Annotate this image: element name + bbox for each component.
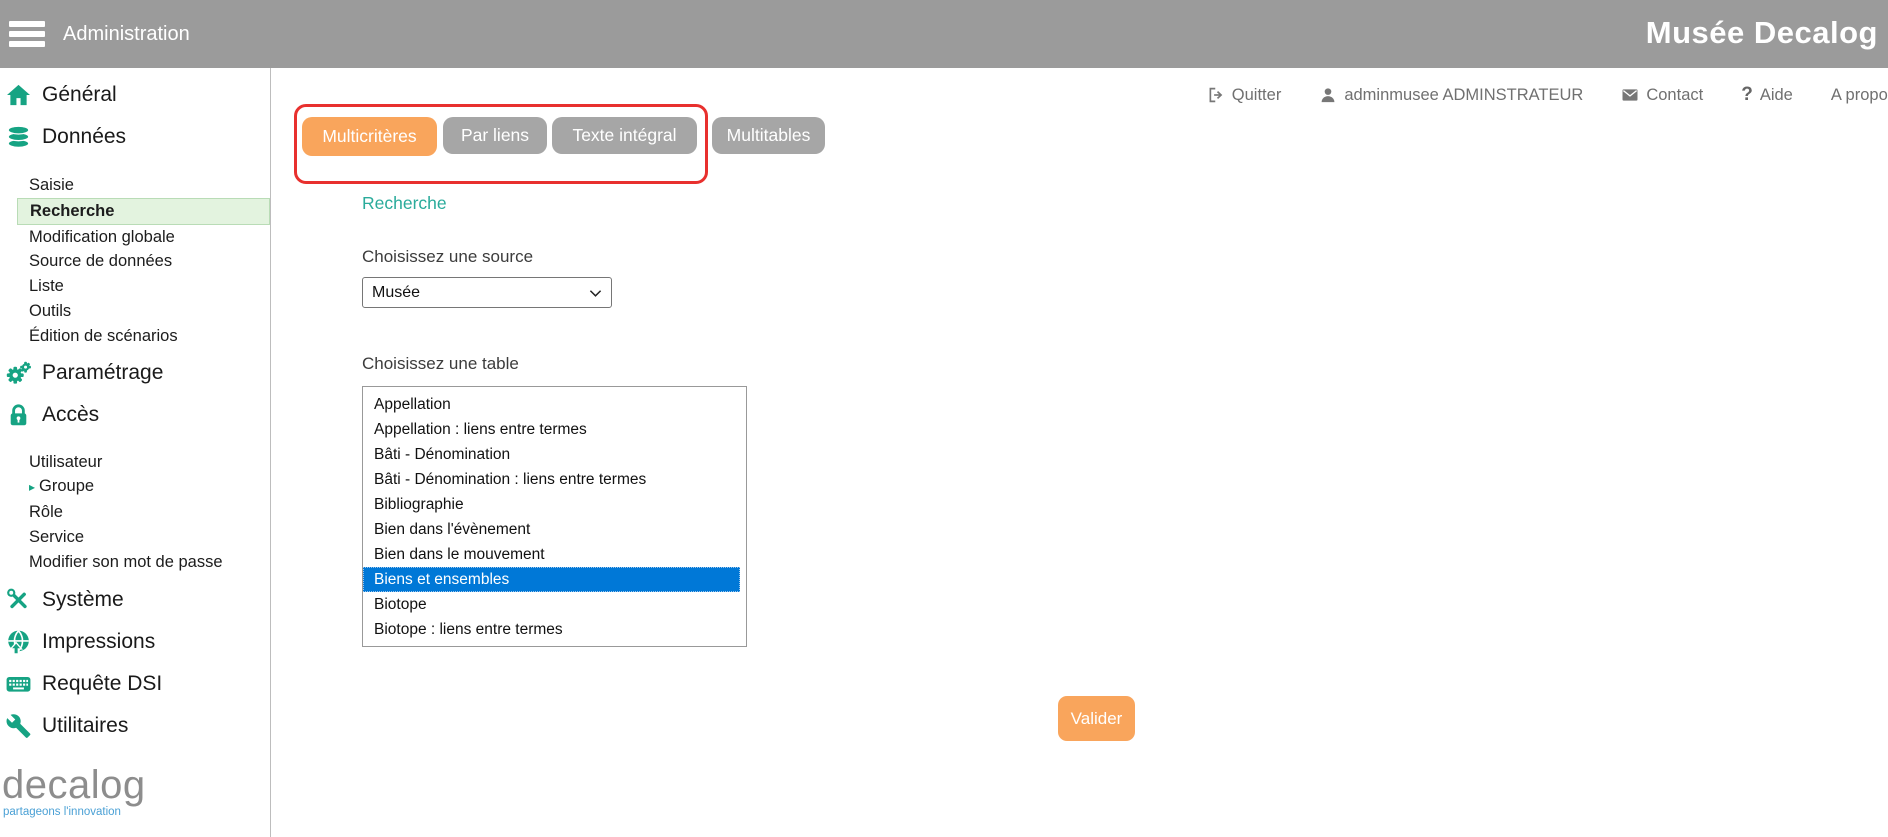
sidebar: Général Données Saisie Recherche Modific… (0, 68, 271, 837)
logout-icon (1207, 86, 1225, 104)
a-propos-link[interactable]: A propos (1831, 86, 1888, 105)
sidebar-item-label: Utilitaires (42, 714, 128, 738)
tab-texte-integral[interactable]: Texte intégral (552, 117, 697, 154)
table-option[interactable]: Appellation : liens entre termes (363, 417, 746, 442)
lock-icon (5, 402, 32, 428)
tab-par-liens[interactable]: Par liens (443, 117, 547, 154)
wrench-icon (5, 713, 32, 739)
sidebar-item-label: Général (42, 83, 117, 107)
source-select[interactable]: Musée (362, 277, 612, 308)
tab-multicriteres[interactable]: Multicritères (302, 117, 437, 156)
decalog-logo: decalog partageons l'innovation (2, 765, 270, 819)
sidebar-item-parametrage[interactable]: Paramétrage (0, 352, 270, 394)
sidebar-item-service[interactable]: Service (17, 525, 270, 550)
table-option[interactable]: Bâti - Dénomination : liens entre termes (363, 467, 746, 492)
sidebar-item-donnees[interactable]: Données (0, 116, 270, 158)
sidebar-item-systeme[interactable]: Système (0, 579, 270, 621)
table-option[interactable]: Biotope (363, 592, 746, 617)
sidebar-item-general[interactable]: Général (0, 74, 270, 116)
home-icon (5, 82, 32, 108)
source-select-value: Musée (372, 284, 420, 302)
chevron-down-icon (589, 287, 602, 300)
sidebar-item-modification-globale[interactable]: Modification globale (17, 225, 270, 250)
table-option[interactable]: Bien dans l'évènement (363, 517, 746, 542)
question-icon: ? (1741, 84, 1753, 106)
table-option[interactable]: Appellation (363, 392, 746, 417)
table-option-selected[interactable]: Biens et ensembles (363, 567, 740, 592)
valider-button[interactable]: Valider (1058, 696, 1135, 741)
sidebar-item-recherche-active[interactable]: Recherche (17, 198, 270, 225)
sidebar-item-requete-dsi[interactable]: Requête DSI (0, 663, 270, 705)
administration-page: Administration Musée Decalog Général Don… (0, 0, 1888, 837)
sidebar-item-label: Impressions (42, 630, 155, 654)
contact-link[interactable]: Contact (1621, 86, 1703, 105)
chevron-right-icon: ▸ (29, 480, 35, 494)
sidebar-item-utilitaires[interactable]: Utilitaires (0, 705, 270, 747)
keyboard-icon (5, 671, 32, 697)
top-bar: Administration Musée Decalog (0, 0, 1888, 68)
user-account-link[interactable]: adminmusee ADMINSTRATEUR (1319, 86, 1583, 105)
gears-icon (5, 360, 32, 386)
tools-icon (5, 587, 32, 613)
sidebar-item-label: Système (42, 588, 124, 612)
header-links: Quitter adminmusee ADMINSTRATEUR Contact… (1207, 84, 1888, 106)
sidebar-item-outils[interactable]: Outils (17, 299, 270, 324)
table-listbox: Appellation Appellation : liens entre te… (362, 386, 747, 647)
sidebar-item-acces[interactable]: Accès (0, 394, 270, 436)
sidebar-item-saisie[interactable]: Saisie (17, 173, 270, 198)
sidebar-item-source-de-donnees[interactable]: Source de données (17, 249, 270, 274)
table-option[interactable]: Bien dans le mouvement (363, 542, 746, 567)
sidebar-item-label: Requête DSI (42, 672, 162, 696)
sidebar-item-label: Accès (42, 403, 99, 427)
sidebar-item-label: Données (42, 125, 126, 149)
sidebar-item-liste[interactable]: Liste (17, 274, 270, 299)
table-option[interactable]: Bibliographie (363, 492, 746, 517)
aide-link[interactable]: ? Aide (1741, 84, 1793, 106)
sidebar-item-modifier-mot-de-passe[interactable]: Modifier son mot de passe (17, 550, 270, 575)
source-label: Choisissez une source (362, 247, 533, 267)
sidebar-item-utilisateur[interactable]: Utilisateur (17, 450, 270, 475)
database-icon (5, 124, 32, 150)
hamburger-icon[interactable] (9, 21, 45, 47)
table-option[interactable]: Biotope : liens entre termes (363, 617, 746, 642)
user-icon (1319, 86, 1337, 104)
quitter-link[interactable]: Quitter (1207, 86, 1282, 105)
logo-wordmark: decalog (2, 765, 270, 805)
globe-print-icon (5, 629, 32, 655)
table-option[interactable]: Bâti - Dénomination (363, 442, 746, 467)
donnees-submenu: Saisie Recherche Modification globale So… (17, 173, 270, 349)
sidebar-item-label: Paramétrage (42, 361, 163, 385)
table-label: Choisissez une table (362, 354, 519, 374)
envelope-icon (1621, 86, 1639, 104)
page-title: Administration (63, 0, 190, 68)
tab-multitables[interactable]: Multitables (712, 117, 825, 154)
brand-title: Musée Decalog (1646, 0, 1878, 68)
acces-submenu: Utilisateur ▸Groupe Rôle Service Modifie… (17, 450, 270, 575)
sidebar-item-impressions[interactable]: Impressions (0, 621, 270, 663)
search-mode-tabs: Multicritères Par liens Texte intégral M… (302, 117, 825, 156)
logo-tagline: partageons l'innovation (3, 807, 270, 819)
sidebar-item-role[interactable]: Rôle (17, 500, 270, 525)
section-heading: Recherche (362, 193, 447, 214)
sidebar-item-edition-scenarios[interactable]: Édition de scénarios (17, 324, 270, 349)
sidebar-item-groupe[interactable]: ▸Groupe (17, 474, 270, 500)
